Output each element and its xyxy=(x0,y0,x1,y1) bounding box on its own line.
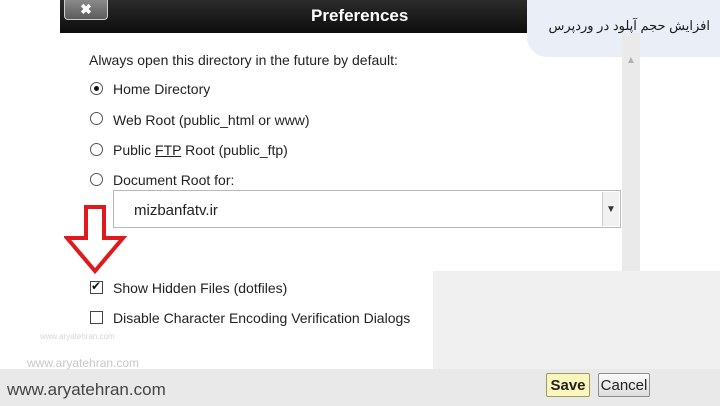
scroll-up-icon[interactable]: ▲ xyxy=(625,56,637,66)
cancel-button[interactable]: Cancel xyxy=(598,373,650,397)
radio-document-root[interactable] xyxy=(90,173,103,186)
select-dropdown-button[interactable]: ▼ xyxy=(602,192,619,226)
radio-label-web-root: Web Root (public_html or www) xyxy=(113,112,310,128)
close-icon: ✖ xyxy=(80,1,92,17)
checkbox-label-disable-encoding-dialogs: Disable Character Encoding Verification … xyxy=(113,310,411,326)
domain-select-value: mizbanfatv.ir xyxy=(134,202,218,219)
save-button[interactable]: Save xyxy=(546,373,590,397)
chevron-down-icon: ▼ xyxy=(606,203,616,215)
scrollbar[interactable] xyxy=(622,33,640,271)
badge-text: افزایش حجم آپلود در وردپرس xyxy=(548,18,710,33)
watermark-main: www.aryatehran.com xyxy=(7,380,166,399)
radio-public-ftp-root[interactable] xyxy=(90,143,103,156)
checkbox-disable-encoding-dialogs[interactable] xyxy=(90,311,103,324)
checkbox-label-show-hidden-files: Show Hidden Files (dotfiles) xyxy=(113,280,288,296)
radio-label-home-directory: Home Directory xyxy=(113,81,211,97)
close-button[interactable]: ✖ xyxy=(64,0,108,20)
checkbox-show-hidden-files[interactable]: ✔ xyxy=(90,279,103,294)
down-arrow-icon xyxy=(64,205,128,275)
radio-web-root[interactable] xyxy=(90,112,103,125)
radio-label-document-root: Document Root for: xyxy=(113,172,235,188)
dialog-title: Preferences xyxy=(311,6,409,25)
watermark-tiny: www.aryatehran.com xyxy=(40,332,115,341)
overlay-block xyxy=(433,271,720,369)
watermark-small: www.aryatehran.com xyxy=(27,356,140,370)
radio-home-directory[interactable] xyxy=(90,82,103,95)
domain-select[interactable]: mizbanfatv.ir ▼ xyxy=(113,190,621,228)
radio-label-public-ftp-root: Public FTP Root (public_ftp) xyxy=(113,142,288,158)
intro-text: Always open this directory in the future… xyxy=(89,52,398,68)
check-mark-icon: ✔ xyxy=(91,279,102,293)
